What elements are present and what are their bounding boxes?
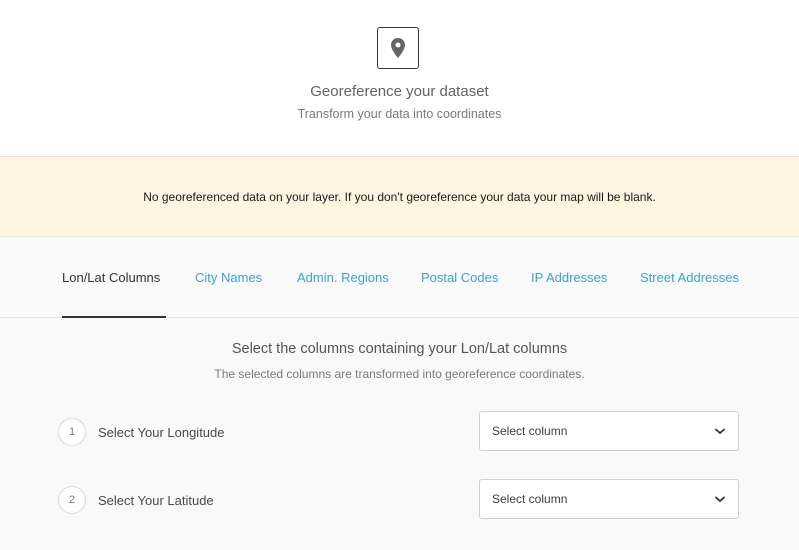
tab-lon-lat-columns[interactable]: Lon/Lat Columns — [62, 270, 160, 285]
tab-ip-addresses[interactable]: IP Addresses — [531, 270, 607, 285]
longitude-select[interactable]: Select column — [479, 411, 739, 451]
longitude-select-value: Select column — [492, 424, 568, 438]
chevron-down-icon — [714, 493, 726, 505]
step-number-1: 1 — [58, 418, 86, 446]
latitude-select-value: Select column — [492, 492, 568, 506]
latitude-label: Select Your Latitude — [98, 493, 214, 508]
tab-postal-codes[interactable]: Postal Codes — [421, 270, 498, 285]
latitude-select[interactable]: Select column — [479, 479, 739, 519]
warning-text: No georeferenced data on your layer. If … — [143, 189, 656, 204]
page-title: Georeference your dataset — [310, 83, 489, 100]
tab-city-names[interactable]: City Names — [195, 270, 262, 285]
warning-banner: No georeferenced data on your layer. If … — [0, 156, 799, 237]
georeference-header: Georeference your dataset Transform your… — [0, 0, 799, 156]
chevron-down-icon — [714, 425, 726, 437]
georeference-tabs: Lon/Lat Columns City Names Admin. Region… — [0, 237, 799, 318]
section-title: Select the columns containing your Lon/L… — [231, 341, 568, 357]
step-number-2: 2 — [58, 486, 86, 514]
longitude-label: Select Your Longitude — [98, 425, 225, 440]
tab-street-addresses[interactable]: Street Addresses — [640, 270, 739, 285]
tab-admin-regions[interactable]: Admin. Regions — [297, 270, 389, 285]
map-pin-icon-box — [377, 27, 419, 69]
section-subtitle: The selected columns are transformed int… — [214, 367, 585, 381]
page-subtitle: Transform your data into coordinates — [297, 107, 502, 121]
map-pin-icon — [391, 38, 405, 58]
lon-lat-section: Select the columns containing your Lon/L… — [0, 318, 799, 550]
